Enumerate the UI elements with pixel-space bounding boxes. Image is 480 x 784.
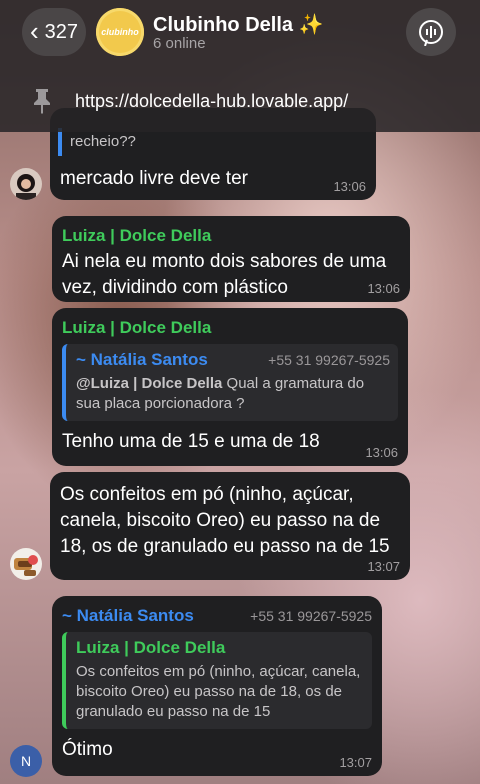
message-time: 13:06	[333, 179, 366, 194]
unread-count: 327	[44, 20, 79, 43]
back-button[interactable]: ‹ 327	[22, 8, 86, 56]
quoted-sender-name: ~ Natália Santos	[76, 350, 208, 369]
chat-title[interactable]: Clubinho Della ✨	[153, 12, 323, 37]
quoted-mention: @Luiza | Dolce Della	[76, 375, 223, 392]
sender-phone: +55 31 99267-5925	[250, 608, 372, 624]
quoted-message[interactable]: recheio??	[58, 128, 366, 156]
message-bubble[interactable]: ~ Natália Santos +55 31 99267-5925 Luiza…	[52, 596, 382, 776]
sender-name[interactable]: Luiza | Dolce Della	[62, 318, 398, 338]
sender-name[interactable]: ~ Natália Santos	[62, 606, 194, 626]
message-text: Ai nela eu monto dois sabores de uma vez…	[62, 251, 387, 298]
message-text: mercado livre deve ter	[60, 168, 248, 189]
quoted-message[interactable]: Luiza | Dolce Della Os confeitos em pó (…	[62, 632, 372, 729]
voice-chat-button[interactable]	[406, 8, 456, 56]
pinned-message-bar[interactable]: https://dolcedella-hub.lovable.app/	[0, 72, 480, 132]
message-time: 13:07	[367, 559, 400, 574]
online-status: 6 online	[153, 35, 206, 52]
voice-chat-icon	[419, 20, 443, 46]
message-bubble[interactable]: Luiza | Dolce Della ~ Natália Santos +55…	[52, 308, 408, 466]
message-time: 13:06	[367, 281, 400, 296]
message-time: 13:06	[365, 445, 398, 460]
pinned-link[interactable]: https://dolcedella-hub.lovable.app/	[75, 91, 348, 112]
chevron-left-icon: ‹	[29, 15, 39, 46]
quoted-text: Os confeitos em pó (ninho, açúcar, canel…	[76, 663, 361, 720]
user-avatar[interactable]	[10, 168, 42, 200]
message-bubble[interactable]: Luiza | Dolce Della Ai nela eu monto doi…	[52, 216, 410, 302]
group-avatar[interactable]: clubinho	[96, 8, 144, 56]
pin-icon	[34, 89, 50, 114]
user-avatar[interactable]: N	[10, 745, 42, 777]
message-text: Ótimo	[62, 739, 113, 760]
quoted-sender-phone: +55 31 99267-5925	[268, 352, 390, 368]
user-avatar[interactable]	[10, 548, 42, 580]
sender-name[interactable]: Luiza | Dolce Della	[62, 226, 400, 246]
group-avatar-logo: clubinho	[101, 27, 139, 37]
message-time: 13:07	[339, 755, 372, 770]
avatar-initial: N	[20, 753, 32, 769]
quoted-text: recheio??	[70, 133, 136, 150]
message-text: Os confeitos em pó (ninho, açúcar, canel…	[60, 484, 390, 557]
message-bubble[interactable]: Os confeitos em pó (ninho, açúcar, canel…	[50, 472, 410, 580]
chat-header: ‹ 327 clubinho Clubinho Della ✨ 6 online…	[0, 0, 480, 132]
quoted-sender-name: Luiza | Dolce Della	[76, 638, 226, 657]
quoted-message[interactable]: ~ Natália Santos +55 31 99267-5925 @Luiz…	[62, 344, 398, 421]
quoted-text: @Luiza | Dolce Della Qual a gramatura do…	[76, 374, 390, 414]
message-text: Tenho uma de 15 e uma de 18	[62, 431, 320, 452]
